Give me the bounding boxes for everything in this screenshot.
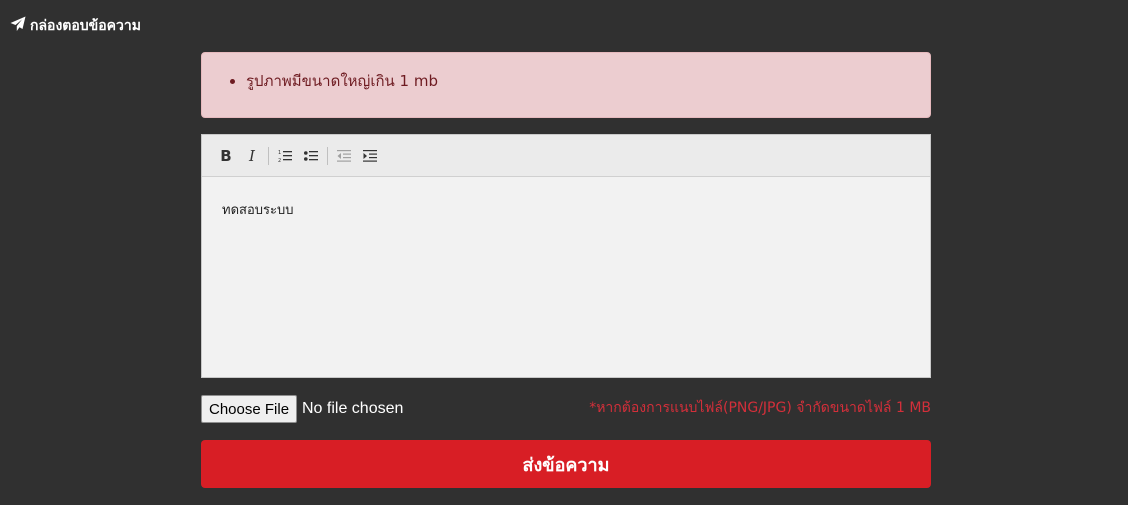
alert-item: รูปภาพมีขนาดใหญ่เกิน 1 mb xyxy=(246,69,438,93)
bullet-list-button[interactable] xyxy=(299,144,323,168)
error-alert: รูปภาพมีขนาดใหญ่เกิน 1 mb xyxy=(201,52,931,118)
page-header: กล่องตอบข้อความ xyxy=(10,15,141,37)
bullet-list-icon xyxy=(304,150,318,161)
editor-content[interactable]: ทดสอบระบบ xyxy=(202,177,930,242)
italic-button[interactable]: I xyxy=(240,144,264,168)
toolbar-divider xyxy=(268,146,269,165)
paper-plane-icon xyxy=(10,16,26,36)
toolbar-divider xyxy=(327,146,328,165)
svg-text:1: 1 xyxy=(278,150,281,156)
file-status: No file chosen xyxy=(302,400,404,417)
outdent-button[interactable] xyxy=(332,144,356,168)
outdent-icon xyxy=(337,149,351,162)
header-title: กล่องตอบข้อความ xyxy=(30,18,141,34)
rich-text-editor: B I 1 2 ทดสอบระบบ xyxy=(201,134,931,378)
indent-button[interactable] xyxy=(358,144,382,168)
indent-icon xyxy=(363,149,377,162)
ordered-list-button[interactable]: 1 2 xyxy=(273,144,297,168)
alert-list: รูปภาพมีขนาดใหญ่เกิน 1 mb xyxy=(246,69,438,93)
file-size-note: *หากต้องการแนบไฟล์(PNG/JPG) จำกัดขนาดไฟล… xyxy=(589,400,931,416)
file-upload-row: Choose File No file chosen *หากต้องการแน… xyxy=(201,395,931,423)
editor-toolbar: B I 1 2 xyxy=(202,135,930,177)
svg-text:2: 2 xyxy=(278,158,281,163)
ordered-list-icon: 1 2 xyxy=(278,150,292,163)
send-message-button[interactable]: ส่งข้อความ xyxy=(201,440,931,488)
bold-button[interactable]: B xyxy=(214,144,238,168)
choose-file-button[interactable]: Choose File xyxy=(201,395,298,423)
